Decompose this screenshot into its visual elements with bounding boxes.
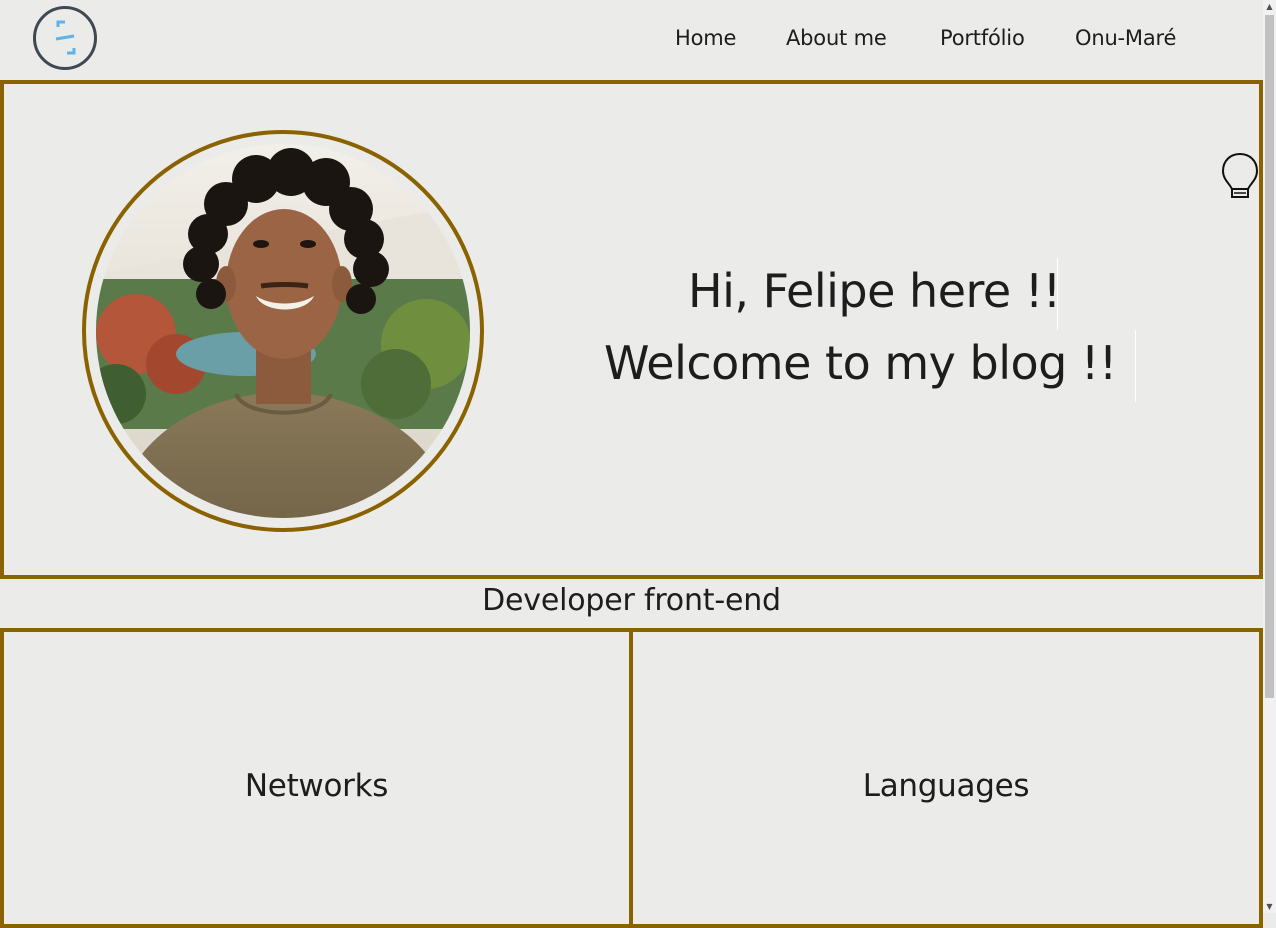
languages-card-label: Languages — [862, 768, 1030, 804]
lightbulb-icon[interactable] — [1221, 152, 1259, 206]
role-subtitle: Developer front-end — [482, 583, 781, 618]
scroll-up-arrow-icon[interactable]: ▲ — [1263, 0, 1276, 13]
greeting-line-2: Welcome to my blog !! — [604, 336, 1117, 390]
vertical-scrollbar[interactable]: ▲ ▼ — [1263, 0, 1276, 913]
nav-onu-mare[interactable]: Onu-Maré — [1075, 26, 1176, 50]
nav-portfolio[interactable]: Portfólio — [940, 26, 1025, 50]
code-slash-logo-icon — [55, 20, 76, 55]
profile-photo — [96, 144, 470, 518]
profile-photo-frame — [82, 130, 484, 532]
networks-card-label: Networks — [244, 768, 389, 804]
greeting-line-1: Hi, Felipe here !! — [688, 264, 1061, 318]
site-logo[interactable] — [33, 6, 97, 70]
site-header: Home About me Portfólio Onu-Maré — [0, 0, 1263, 80]
networks-card[interactable]: Networks — [0, 628, 633, 928]
nav-about-me[interactable]: About me — [786, 26, 887, 50]
typing-caret-1 — [1057, 258, 1058, 330]
typing-caret-2 — [1135, 330, 1136, 402]
scrollbar-thumb[interactable] — [1265, 15, 1274, 698]
nav-home[interactable]: Home — [675, 26, 736, 50]
languages-card[interactable]: Languages — [629, 628, 1263, 928]
scroll-down-arrow-icon[interactable]: ▼ — [1263, 900, 1276, 913]
hero-section: Hi, Felipe here !! Welcome to my blog !! — [0, 80, 1263, 579]
